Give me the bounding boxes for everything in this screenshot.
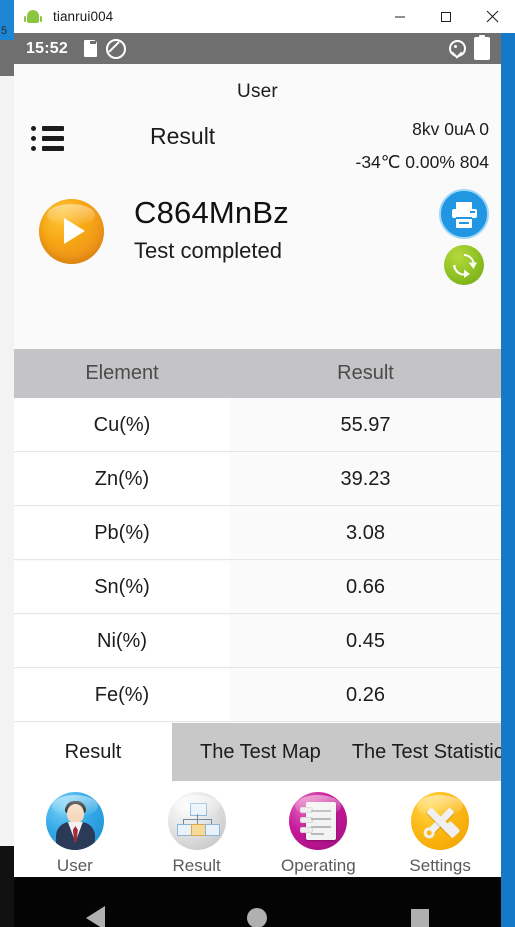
table-row[interactable]: Fe(%) 0.26 — [14, 668, 501, 722]
table-row[interactable]: Sn(%) 0.66 — [14, 560, 501, 614]
list-menu-icon[interactable] — [30, 125, 64, 153]
android-nav-bar — [14, 877, 501, 927]
person-avatar-icon — [45, 792, 104, 850]
column-header-result: Result — [337, 362, 394, 384]
tab-the-test-statistic[interactable]: The Test Statistic — [352, 741, 501, 764]
sd-card-icon — [83, 40, 97, 57]
instrument-readings: 8kv 0uA 0 -34℃ 0.00% 804 — [356, 113, 490, 179]
tab-strip: Result The Test Map The Test Statistic — [14, 723, 501, 781]
cell-element: Cu(%) — [14, 398, 230, 451]
background-sliver-body — [0, 76, 14, 846]
sample-status: Test completed — [134, 238, 282, 263]
tab-the-test-map[interactable]: The Test Map — [200, 741, 321, 764]
cell-element: Zn(%) — [14, 452, 230, 505]
table-header-row: Element Result — [14, 349, 501, 398]
minimize-button[interactable] — [377, 0, 423, 33]
back-button[interactable] — [14, 905, 176, 927]
play-button-icon[interactable] — [39, 199, 104, 264]
location-icon — [449, 40, 466, 59]
cell-result: 55.97 — [230, 398, 501, 451]
header-section-label: Result — [150, 123, 216, 149]
nav-label-settings: Settings — [409, 856, 471, 875]
background-sliver-statusbar — [0, 40, 14, 76]
tools-icon — [411, 792, 470, 850]
cell-result: 0.45 — [230, 614, 501, 667]
refresh-icon[interactable] — [444, 245, 484, 285]
app-content: User Result 8kv 0uA 0 -34℃ 0.00% 804 C86… — [14, 64, 501, 927]
org-chart-icon — [167, 792, 226, 850]
status-right-icons — [449, 33, 490, 64]
recents-button[interactable] — [339, 908, 501, 927]
column-header-element: Element — [85, 362, 159, 384]
android-robot-icon — [24, 7, 44, 27]
table-row[interactable]: Cu(%) 55.97 — [14, 398, 501, 452]
window-controls — [377, 0, 515, 33]
status-clock: 15:52 — [26, 39, 68, 57]
android-status-bar: 15:52 — [14, 33, 501, 64]
sample-summary-row: C864MnBz Test completed — [14, 189, 501, 293]
cell-result: 39.23 — [230, 452, 501, 505]
cell-result: 3.08 — [230, 506, 501, 559]
background-sliver-text: 5 — [1, 25, 8, 37]
cell-element: Sn(%) — [14, 560, 230, 613]
notebook-icon — [289, 792, 348, 850]
reading-temp-deadtime: -34℃ 0.00% 804 — [355, 152, 490, 172]
home-button[interactable] — [176, 907, 338, 927]
sample-name: C864MnBz — [134, 195, 289, 230]
cell-result: 0.66 — [230, 560, 501, 613]
tab-panel: The Test Map The Test Statistic — [172, 723, 501, 781]
page-title: User — [237, 81, 278, 102]
reading-voltage-current: 8kv 0uA 0 — [412, 119, 489, 139]
nav-label-operating: Operating — [281, 856, 356, 875]
table-row[interactable]: Pb(%) 3.08 — [14, 506, 501, 560]
do-not-disturb-icon — [105, 38, 126, 59]
window-titlebar: tianrui004 — [14, 0, 515, 33]
background-window-sliver: 5 — [0, 0, 14, 927]
tab-result[interactable]: Result — [14, 723, 172, 781]
phone-screen: 15:52 User Result 8kv 0uA 0 -34℃ 0.00% 8… — [14, 33, 501, 927]
nav-item-settings[interactable]: Settings — [379, 792, 501, 876]
bottom-navigation: User Result Operating Settings — [14, 781, 501, 877]
cell-element: Fe(%) — [14, 668, 230, 721]
battery-icon — [474, 35, 490, 60]
close-button[interactable] — [469, 0, 515, 33]
nav-item-result[interactable]: Result — [136, 792, 258, 876]
maximize-button[interactable] — [423, 0, 469, 33]
nav-label-result: Result — [172, 856, 221, 875]
nav-item-operating[interactable]: Operating — [258, 792, 380, 876]
window-root: 5 tianrui004 15:52 User Result 8kv 0uA 0… — [0, 0, 515, 927]
printer-icon[interactable] — [439, 189, 489, 239]
results-table: Element Result Cu(%) 55.97 Zn(%) 39.23 P… — [14, 349, 501, 722]
window-title: tianrui004 — [53, 9, 114, 24]
nav-label-user: User — [56, 856, 93, 875]
cell-element: Pb(%) — [14, 506, 230, 559]
background-sliver-navbar — [0, 846, 14, 927]
cell-result: 0.26 — [230, 668, 501, 721]
cell-element: Ni(%) — [14, 614, 230, 667]
table-row[interactable]: Ni(%) 0.45 — [14, 614, 501, 668]
app-header-row: Result 8kv 0uA 0 -34℃ 0.00% 804 — [14, 103, 501, 193]
status-left-icons — [83, 38, 126, 59]
table-row[interactable]: Zn(%) 39.23 — [14, 452, 501, 506]
nav-item-user[interactable]: User — [14, 792, 136, 876]
